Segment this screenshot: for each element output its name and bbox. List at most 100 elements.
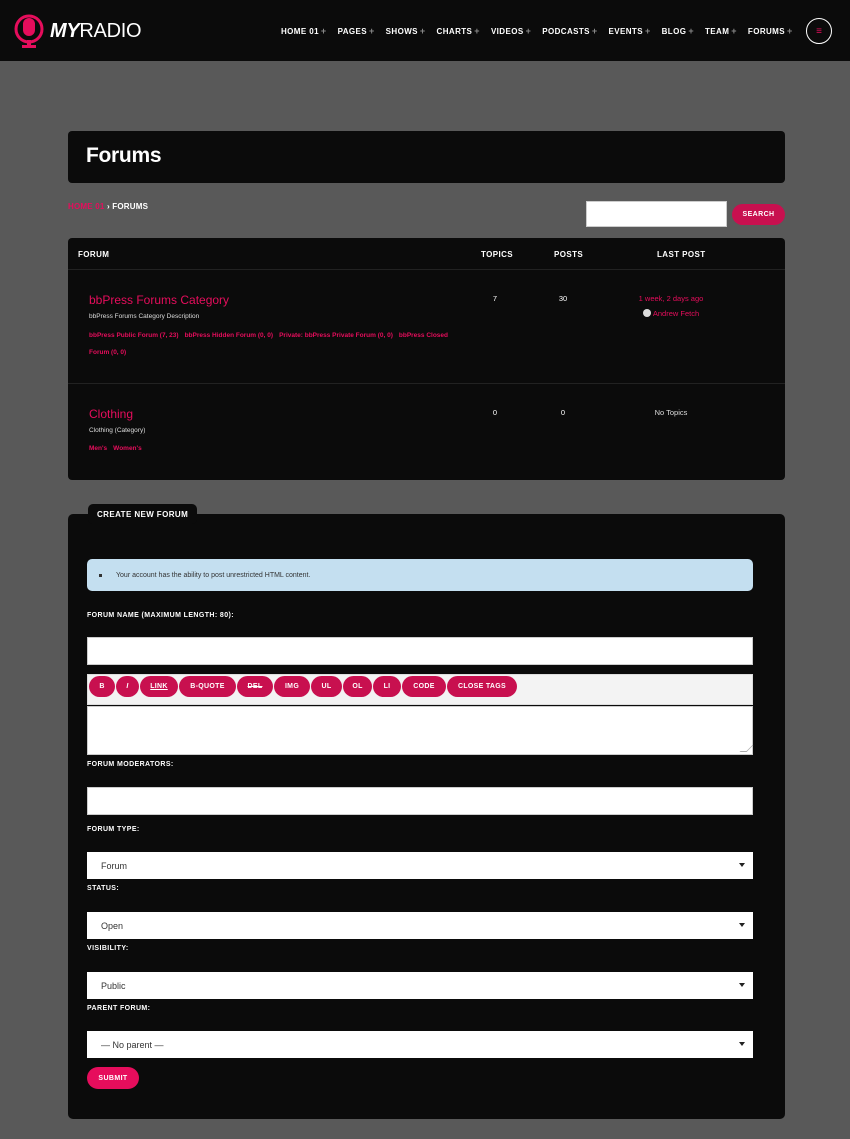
- topic-count: 0: [492, 408, 498, 417]
- resize-grip-icon[interactable]: [739, 745, 754, 752]
- post-count: 30: [558, 294, 568, 303]
- nav-events[interactable]: EVENTS +: [609, 26, 651, 36]
- search-button[interactable]: SEARCH: [732, 204, 785, 225]
- caret-down-icon: [739, 983, 745, 987]
- bold-button[interactable]: B: [89, 676, 115, 697]
- nav-forums[interactable]: FORUMS +: [748, 26, 793, 36]
- nav-blog[interactable]: BLOG +: [662, 26, 694, 36]
- site-header: MYRADIO HOME 01 + PAGES + SHOWS + CHARTS + V…: [0, 0, 850, 61]
- plus-icon: +: [320, 26, 327, 36]
- forum-type-select[interactable]: Forum: [87, 852, 753, 879]
- logo-text: MYRADIO: [50, 19, 142, 42]
- column-header-topics: TOPICS: [481, 250, 514, 259]
- plus-icon: +: [644, 26, 651, 36]
- caret-down-icon: [739, 863, 745, 867]
- subforum-link[interactable]: Private: bbPress Private Forum (0, 0): [279, 332, 393, 339]
- status-label: STATUS:: [87, 885, 120, 892]
- subforum-link[interactable]: bbPress Hidden Forum (0, 0): [185, 332, 274, 339]
- breadcrumb-home-link[interactable]: HOME 01: [68, 202, 105, 211]
- nav-podcasts[interactable]: PODCASTS +: [542, 26, 597, 36]
- visibility-select[interactable]: Public: [87, 972, 753, 999]
- moderators-label: FORUM MODERATORS:: [87, 761, 174, 768]
- plus-icon: +: [591, 26, 598, 36]
- forum-name-label: FORUM NAME (MAXIMUM LENGTH: 80):: [87, 612, 234, 619]
- row-divider: [68, 383, 785, 384]
- plus-icon: +: [419, 26, 426, 36]
- forum-title-link[interactable]: Clothing: [89, 407, 133, 421]
- forum-description-textarea[interactable]: [87, 706, 754, 755]
- subforum-list: bbPress Public Forum (7, 23) bbPress Hidd…: [89, 327, 459, 361]
- topic-count: 7: [492, 294, 498, 303]
- last-post-none: No Topics: [654, 408, 688, 417]
- column-header-forum: FORUM: [78, 250, 110, 259]
- status-select[interactable]: Open: [87, 912, 753, 939]
- forum-description: bbPress Forums Category Description: [89, 313, 200, 320]
- avatar-icon: [642, 309, 651, 317]
- ul-button[interactable]: UL: [311, 676, 342, 697]
- visibility-value: Public: [101, 980, 126, 991]
- main-nav: HOME 01 + PAGES + SHOWS + CHARTS + VIDEOS + P…: [281, 26, 804, 36]
- caret-down-icon: [739, 923, 745, 927]
- page-title-box: Forums: [68, 131, 785, 183]
- plus-icon: +: [525, 26, 532, 36]
- forum-name-input[interactable]: [87, 637, 753, 665]
- code-button[interactable]: CODE: [402, 676, 446, 697]
- close-tags-button[interactable]: CLOSE TAGS: [447, 676, 517, 697]
- subforum-link[interactable]: Women's: [113, 445, 142, 452]
- forum-type-value: Forum: [101, 860, 128, 871]
- subforum-link[interactable]: bbPress Public Forum (7, 23): [89, 332, 179, 339]
- nav-pages[interactable]: PAGES +: [338, 26, 375, 36]
- nav-charts[interactable]: CHARTS +: [437, 26, 480, 36]
- plus-icon: +: [369, 26, 375, 36]
- form-legend: CREATE NEW FORUM: [88, 504, 198, 524]
- ol-button[interactable]: OL: [343, 676, 372, 697]
- forum-title-link[interactable]: bbPress Forums Category: [89, 293, 229, 307]
- notice-text: Your account has the ability to post unr…: [116, 571, 311, 579]
- create-forum-form: [68, 514, 785, 1119]
- html-notice: Your account has the ability to post unr…: [87, 559, 753, 591]
- breadcrumb-separator: ›: [106, 202, 110, 211]
- last-post-author[interactable]: Andrew Fetch: [611, 309, 731, 318]
- breadcrumb-current: FORUMS: [112, 202, 149, 211]
- plus-icon: +: [787, 26, 793, 36]
- subforum-link[interactable]: Men's: [89, 445, 107, 452]
- microphone-logo-icon: [14, 14, 44, 48]
- breadcrumb: HOME 01 › FORUMS: [68, 202, 148, 211]
- forum-table: FORUM TOPICS POSTS LAST POST bbPress For…: [68, 238, 785, 480]
- caret-down-icon: [739, 1042, 745, 1046]
- forum-search-input[interactable]: [586, 201, 727, 227]
- forum-description: Clothing (Category): [89, 427, 146, 434]
- moderators-input[interactable]: [87, 787, 753, 815]
- nav-videos[interactable]: VIDEOS +: [491, 26, 531, 36]
- parent-forum-select[interactable]: — No parent —: [87, 1031, 753, 1058]
- column-header-last-post: LAST POST: [657, 250, 706, 259]
- plus-icon: +: [688, 26, 694, 36]
- logo[interactable]: MYRADIO: [13, 14, 142, 48]
- author-name-link[interactable]: Andrew Fetch: [653, 309, 699, 318]
- link-button[interactable]: LINK: [140, 676, 178, 697]
- visibility-label: VISIBILITY:: [87, 945, 129, 952]
- nav-home[interactable]: HOME 01 +: [281, 26, 327, 36]
- li-button[interactable]: LI: [373, 676, 401, 697]
- bullet-icon: [99, 573, 102, 577]
- parent-forum-label: PARENT FORUM:: [87, 1005, 151, 1012]
- nav-team[interactable]: TEAM +: [705, 26, 737, 36]
- submit-button[interactable]: SUBMIT: [87, 1067, 139, 1089]
- nav-shows[interactable]: SHOWS +: [386, 26, 426, 36]
- del-button[interactable]: DEL: [237, 676, 273, 697]
- column-header-posts: POSTS: [554, 250, 584, 259]
- subforum-list: Men's Women's: [89, 440, 459, 457]
- header-divider: [68, 269, 785, 270]
- hamburger-menu-icon[interactable]: ≡: [806, 18, 832, 44]
- parent-forum-value: — No parent —: [101, 1039, 164, 1050]
- img-button[interactable]: IMG: [274, 676, 310, 697]
- forum-type-label: FORUM TYPE:: [87, 826, 140, 833]
- blockquote-button[interactable]: B-QUOTE: [179, 676, 236, 697]
- last-post-time-link[interactable]: 1 week, 2 days ago: [611, 294, 731, 303]
- page-title: Forums: [86, 144, 162, 167]
- post-count: 0: [560, 408, 566, 417]
- plus-icon: +: [731, 26, 737, 36]
- plus-icon: +: [474, 26, 480, 36]
- status-value: Open: [101, 920, 124, 931]
- italic-button[interactable]: I: [116, 676, 139, 697]
